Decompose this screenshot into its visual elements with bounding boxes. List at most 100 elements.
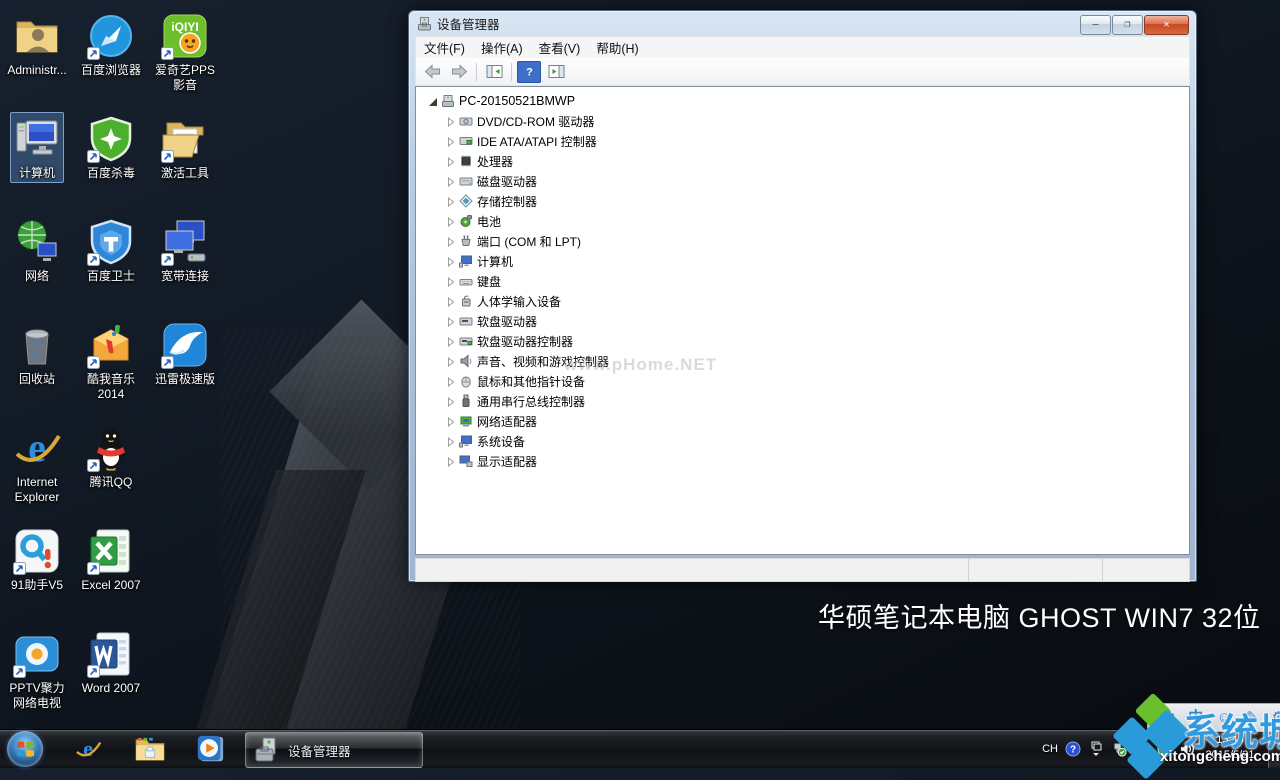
desktop-icon-user-folder[interactable]: Administr... (0, 4, 74, 107)
expander-collapsed-icon[interactable] (446, 296, 456, 306)
tree-row-floppy-ctrl[interactable]: 软盘驱动器控制器 (416, 331, 1189, 351)
tree-row-cdrom[interactable]: DVD/CD-ROM 驱动器 (416, 111, 1189, 131)
tray-expand-icon[interactable] (1088, 741, 1104, 757)
security-shield-red-icon[interactable] (1134, 741, 1150, 757)
maximize-button[interactable]: ❐ (1112, 15, 1143, 35)
desktop-icon-pptv[interactable]: PPTV聚力 网络电视 (0, 622, 74, 725)
forward-button[interactable] (447, 61, 471, 83)
expander-collapsed-icon[interactable] (446, 456, 456, 466)
tree-item-label[interactable]: 鼠标和其他指针设备 (477, 373, 585, 390)
close-button[interactable]: ✕ (1144, 15, 1189, 35)
tree-item-label[interactable]: 软盘驱动器 (477, 313, 537, 330)
tree-item-label[interactable]: 系统设备 (477, 433, 525, 450)
desktop-icon-91-assistant[interactable]: 91助手V5 (0, 519, 74, 622)
security-shield-green-icon[interactable] (1157, 741, 1173, 757)
usb-safely-remove-icon[interactable] (1111, 741, 1127, 757)
tree-item-label[interactable]: 网络适配器 (477, 413, 537, 430)
tree-item-label[interactable]: PC-20150521BMWP (459, 94, 575, 108)
tree-row-floppy[interactable]: 软盘驱动器 (416, 311, 1189, 331)
expander-collapsed-icon[interactable] (446, 116, 456, 126)
tree-item-label[interactable]: 存储控制器 (477, 193, 537, 210)
title-bar[interactable]: 设备管理器 — ❐ ✕ (409, 11, 1196, 36)
desktop-icon-iqiyi-pps[interactable]: iQIYI爱奇艺PPS影音 (148, 4, 222, 107)
desktop-icon-baidu-guard[interactable]: 百度卫士 (74, 210, 148, 313)
tree-row-ports[interactable]: 端口 (COM 和 LPT) (416, 231, 1189, 251)
expander-expanded-icon[interactable] (428, 96, 438, 106)
tree-row-hid[interactable]: 人体学输入设备 (416, 291, 1189, 311)
tree-item-label[interactable]: 人体学输入设备 (477, 293, 561, 310)
start-button[interactable] (7, 731, 43, 767)
expander-collapsed-icon[interactable] (446, 336, 456, 346)
expander-collapsed-icon[interactable] (446, 416, 456, 426)
tree-row-mouse[interactable]: 鼠标和其他指针设备 (416, 371, 1189, 391)
tree-row-usb[interactable]: 通用串行总线控制器 (416, 391, 1189, 411)
desktop-icon-kuwo-music[interactable]: 酷我音乐 2014 (74, 313, 148, 416)
tree-row-disk[interactable]: 磁盘驱动器 (416, 171, 1189, 191)
desktop-icon-broadband[interactable]: 宽带连接 (148, 210, 222, 313)
desktop-icon-qq[interactable]: 腾讯QQ (74, 416, 148, 519)
show-action-pane-button[interactable] (544, 61, 568, 83)
desktop-icon-activation-folder[interactable]: 激活工具 (148, 107, 222, 210)
ime-help-icon[interactable]: ? (1065, 741, 1081, 757)
tree-row-battery[interactable]: 电池 (416, 211, 1189, 231)
tray-clock[interactable]: 15:45 2015/5/21 (1194, 733, 1266, 763)
tree-row-ide[interactable]: IDE ATA/ATAPI 控制器 (416, 131, 1189, 151)
expander-collapsed-icon[interactable] (446, 176, 456, 186)
desktop-icon-recycle-bin[interactable]: 回收站 (0, 313, 74, 416)
taskbar-wmp-icon[interactable] (194, 734, 226, 764)
tree-item-label[interactable]: 端口 (COM 和 LPT) (477, 233, 581, 250)
menu-item-1[interactable]: 操作(A) (473, 36, 531, 59)
expander-collapsed-icon[interactable] (446, 156, 456, 166)
gear-icon[interactable]: ⚙ (1272, 710, 1280, 725)
tree-item-label[interactable]: 通用串行总线控制器 (477, 393, 585, 410)
tree-item-label[interactable]: 磁盘驱动器 (477, 173, 537, 190)
taskbar-explorer-icon[interactable] (134, 734, 166, 764)
baidu-paw-icon[interactable] (1159, 709, 1175, 727)
desktop-icon-excel[interactable]: Excel 2007 (74, 519, 148, 622)
minimize-button[interactable]: — (1080, 15, 1111, 35)
tree-row-sys-devices[interactable]: 系统设备 (416, 431, 1189, 451)
desktop-icon-thunder[interactable]: 迅雷极速版 (148, 313, 222, 416)
tree-row-keyboard[interactable]: 键盘 (416, 271, 1189, 291)
desktop-icon-computer[interactable]: 计算机 (0, 107, 74, 210)
menu-item-3[interactable]: 帮助(H) (588, 36, 646, 59)
tree-row-display-adapter[interactable]: 显示适配器 (416, 451, 1189, 471)
back-button[interactable] (420, 61, 444, 83)
tree-row-audio[interactable]: 声音、视频和游戏控制器 (416, 351, 1189, 371)
expander-collapsed-icon[interactable] (446, 396, 456, 406)
tree-row-computer-sys[interactable]: 计算机 (416, 251, 1189, 271)
taskbar-ie-icon[interactable]: e (72, 734, 104, 764)
tree-item-label[interactable]: 处理器 (477, 153, 513, 170)
smiley-icon[interactable]: ☺ (1217, 710, 1232, 725)
expander-collapsed-icon[interactable] (446, 376, 456, 386)
tree-item-label[interactable]: 软盘驱动器控制器 (477, 333, 573, 350)
expander-collapsed-icon[interactable] (446, 316, 456, 326)
expander-collapsed-icon[interactable] (446, 236, 456, 246)
menu-item-0[interactable]: 文件(F) (416, 36, 473, 59)
desktop-icon-baidu-browser[interactable]: 百度浏览器 (74, 4, 148, 107)
expander-collapsed-icon[interactable] (446, 136, 456, 146)
desktop-icon-network[interactable]: 网络 (0, 210, 74, 313)
tree-item-label[interactable]: 计算机 (477, 253, 513, 270)
pencil-icon[interactable]: ✎ (1246, 710, 1259, 725)
tree-item-label[interactable]: IDE ATA/ATAPI 控制器 (477, 133, 597, 150)
desktop-icon-baidu-antivirus[interactable]: 百度杀毒 (74, 107, 148, 210)
chinese-mode-icon[interactable]: 中 (1188, 710, 1203, 725)
tree-item-label[interactable]: 键盘 (477, 273, 501, 290)
desktop-icon-ie[interactable]: eInternet Explorer (0, 416, 74, 519)
language-indicator[interactable]: CH (1042, 743, 1058, 755)
tree-row-storage-ctrl[interactable]: 存储控制器 (416, 191, 1189, 211)
tree-item-label[interactable]: 电池 (477, 213, 501, 230)
show-console-tree-button[interactable] (482, 61, 506, 83)
tree-row-net-adapter[interactable]: 网络适配器 (416, 411, 1189, 431)
expander-collapsed-icon[interactable] (446, 256, 456, 266)
expander-collapsed-icon[interactable] (446, 196, 456, 206)
show-desktop-button[interactable] (1268, 730, 1280, 768)
tree-row-cpu[interactable]: 处理器 (416, 151, 1189, 171)
desktop-icon-word[interactable]: Word 2007 (74, 622, 148, 725)
tree-row-root[interactable]: PC-20150521BMWP (416, 91, 1189, 111)
taskbar-active-task-device-manager[interactable]: 设备管理器 (245, 732, 423, 768)
expander-collapsed-icon[interactable] (446, 356, 456, 366)
expander-collapsed-icon[interactable] (446, 276, 456, 286)
tree-item-label[interactable]: 显示适配器 (477, 453, 537, 470)
